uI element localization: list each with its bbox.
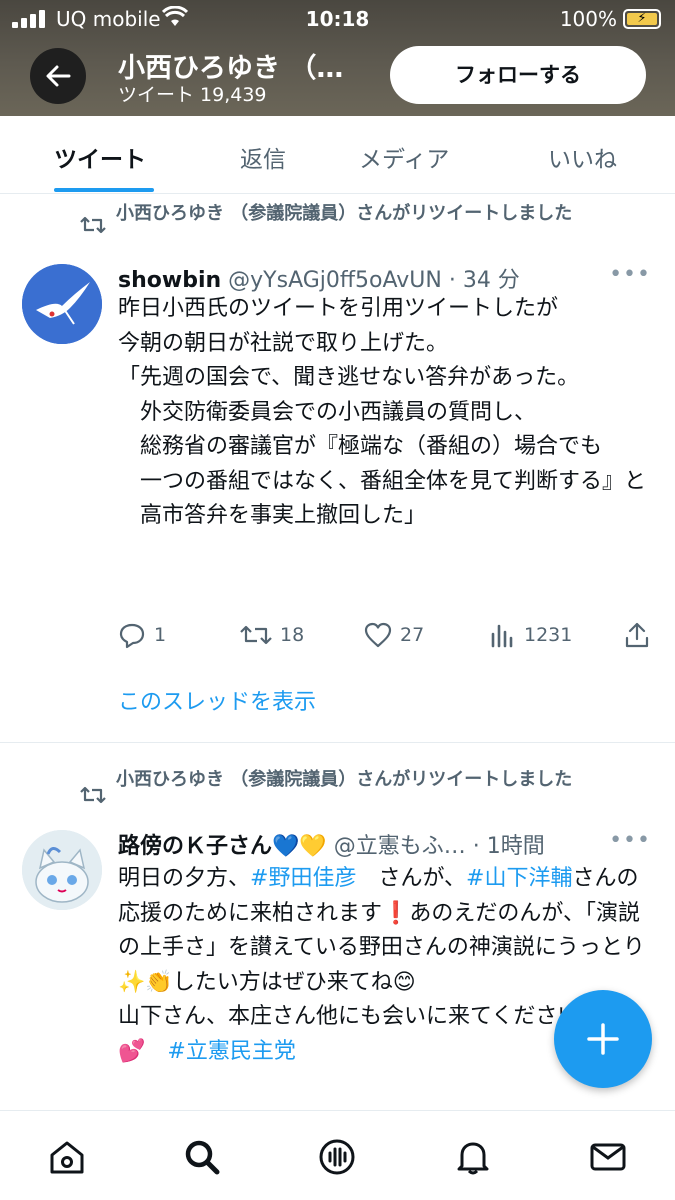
retweet-count: 18 <box>280 624 305 646</box>
like-button[interactable]: 27 <box>364 618 424 652</box>
heart-icon <box>364 622 392 648</box>
plus-icon <box>587 1023 619 1055</box>
retweet-context: 小西ひろゆき （参議院議員）さんがリツイートしました <box>116 769 573 790</box>
tweet-text-part: さんが、 <box>356 866 467 891</box>
arrow-left-icon <box>46 65 71 87</box>
author-line: showbin @yYsAGj0ff5oAvUN · 34 分 <box>118 262 648 294</box>
tweet-count: ツイート 19,439 <box>118 84 267 106</box>
battery-icon: ⚡ <box>623 9 661 29</box>
follow-button[interactable]: フォローする <box>390 46 646 104</box>
status-bar: UQ mobile 10:18 100% ⚡ <box>0 0 675 38</box>
bottom-navigation <box>0 1110 675 1200</box>
hashtag-link[interactable]: #山下洋輔 <box>466 866 572 891</box>
nav-home[interactable] <box>45 1135 89 1179</box>
profile-tabs: ツイート 返信 メディア いいね <box>0 116 675 194</box>
reply-count: 1 <box>154 624 167 646</box>
character-avatar-icon <box>22 830 102 910</box>
tweet-text-part: 明日の夕方、 <box>118 866 251 891</box>
hashtag-link[interactable]: #野田佳彦 <box>250 866 356 891</box>
tweet-text: 昨日小西氏のツイートを引用ツイートしたが 今朝の朝日が社説で取り上げた。 「先週… <box>118 296 647 528</box>
retweet-context: 小西ひろゆき （参議院議員）さんがリツイートしました <box>116 203 573 224</box>
view-count: 1231 <box>524 624 573 646</box>
back-button[interactable] <box>30 48 86 104</box>
tab-media[interactable]: メディア <box>359 140 449 174</box>
hashtag-link[interactable]: #立憲民主党 <box>167 1039 295 1064</box>
share-icon <box>625 622 649 648</box>
views-button[interactable]: 1231 <box>490 618 572 652</box>
tab-tweets[interactable]: ツイート <box>54 140 146 174</box>
author-handle-time: @yYsAGj0ff5oAvUN · 34 分 <box>221 268 520 293</box>
author-line: 路傍のＫ子さん💙💛 @立憲もふ… · 1時間 <box>118 828 648 860</box>
active-tab-indicator <box>54 188 154 192</box>
crane-icon <box>22 264 102 344</box>
retweet-icon <box>80 786 106 804</box>
author-handle-time: @立憲もふ… · 1時間 <box>326 834 545 859</box>
more-options-icon[interactable]: ••• <box>609 262 651 287</box>
like-count: 27 <box>400 624 425 646</box>
analytics-icon <box>491 624 513 648</box>
reply-icon <box>119 623 145 649</box>
nav-notifications[interactable] <box>451 1135 495 1179</box>
bell-icon <box>457 1142 489 1175</box>
author-name[interactable]: showbin <box>118 268 221 293</box>
battery-percent: 100% <box>559 7 617 31</box>
retweet-icon <box>240 625 272 645</box>
avatar[interactable] <box>22 830 102 910</box>
tab-replies[interactable]: 返信 <box>240 140 286 174</box>
share-button[interactable] <box>624 618 650 652</box>
search-icon <box>185 1140 220 1175</box>
spaces-icon <box>319 1139 355 1175</box>
author-name[interactable]: 路傍のＫ子さん💙💛 <box>118 834 327 859</box>
home-icon <box>50 1141 84 1174</box>
tweet-divider <box>0 742 675 743</box>
avatar[interactable] <box>22 264 102 344</box>
tweet-actions: 1 18 27 1231 <box>118 618 658 652</box>
reply-button[interactable]: 1 <box>118 618 166 652</box>
retweet-button[interactable]: 18 <box>240 618 304 652</box>
retweet-icon <box>80 216 106 234</box>
more-options-icon[interactable]: ••• <box>609 828 651 853</box>
mail-icon <box>590 1143 626 1171</box>
show-thread-link[interactable]: このスレッドを表示 <box>118 684 316 716</box>
nav-search[interactable] <box>180 1135 224 1179</box>
compose-tweet-button[interactable] <box>554 990 652 1088</box>
nav-spaces[interactable] <box>315 1135 359 1179</box>
nav-messages[interactable] <box>586 1135 630 1179</box>
profile-header: UQ mobile 10:18 100% ⚡ 小西ひろゆき （… ツイート 19… <box>0 0 675 116</box>
tab-likes[interactable]: いいね <box>548 140 617 174</box>
